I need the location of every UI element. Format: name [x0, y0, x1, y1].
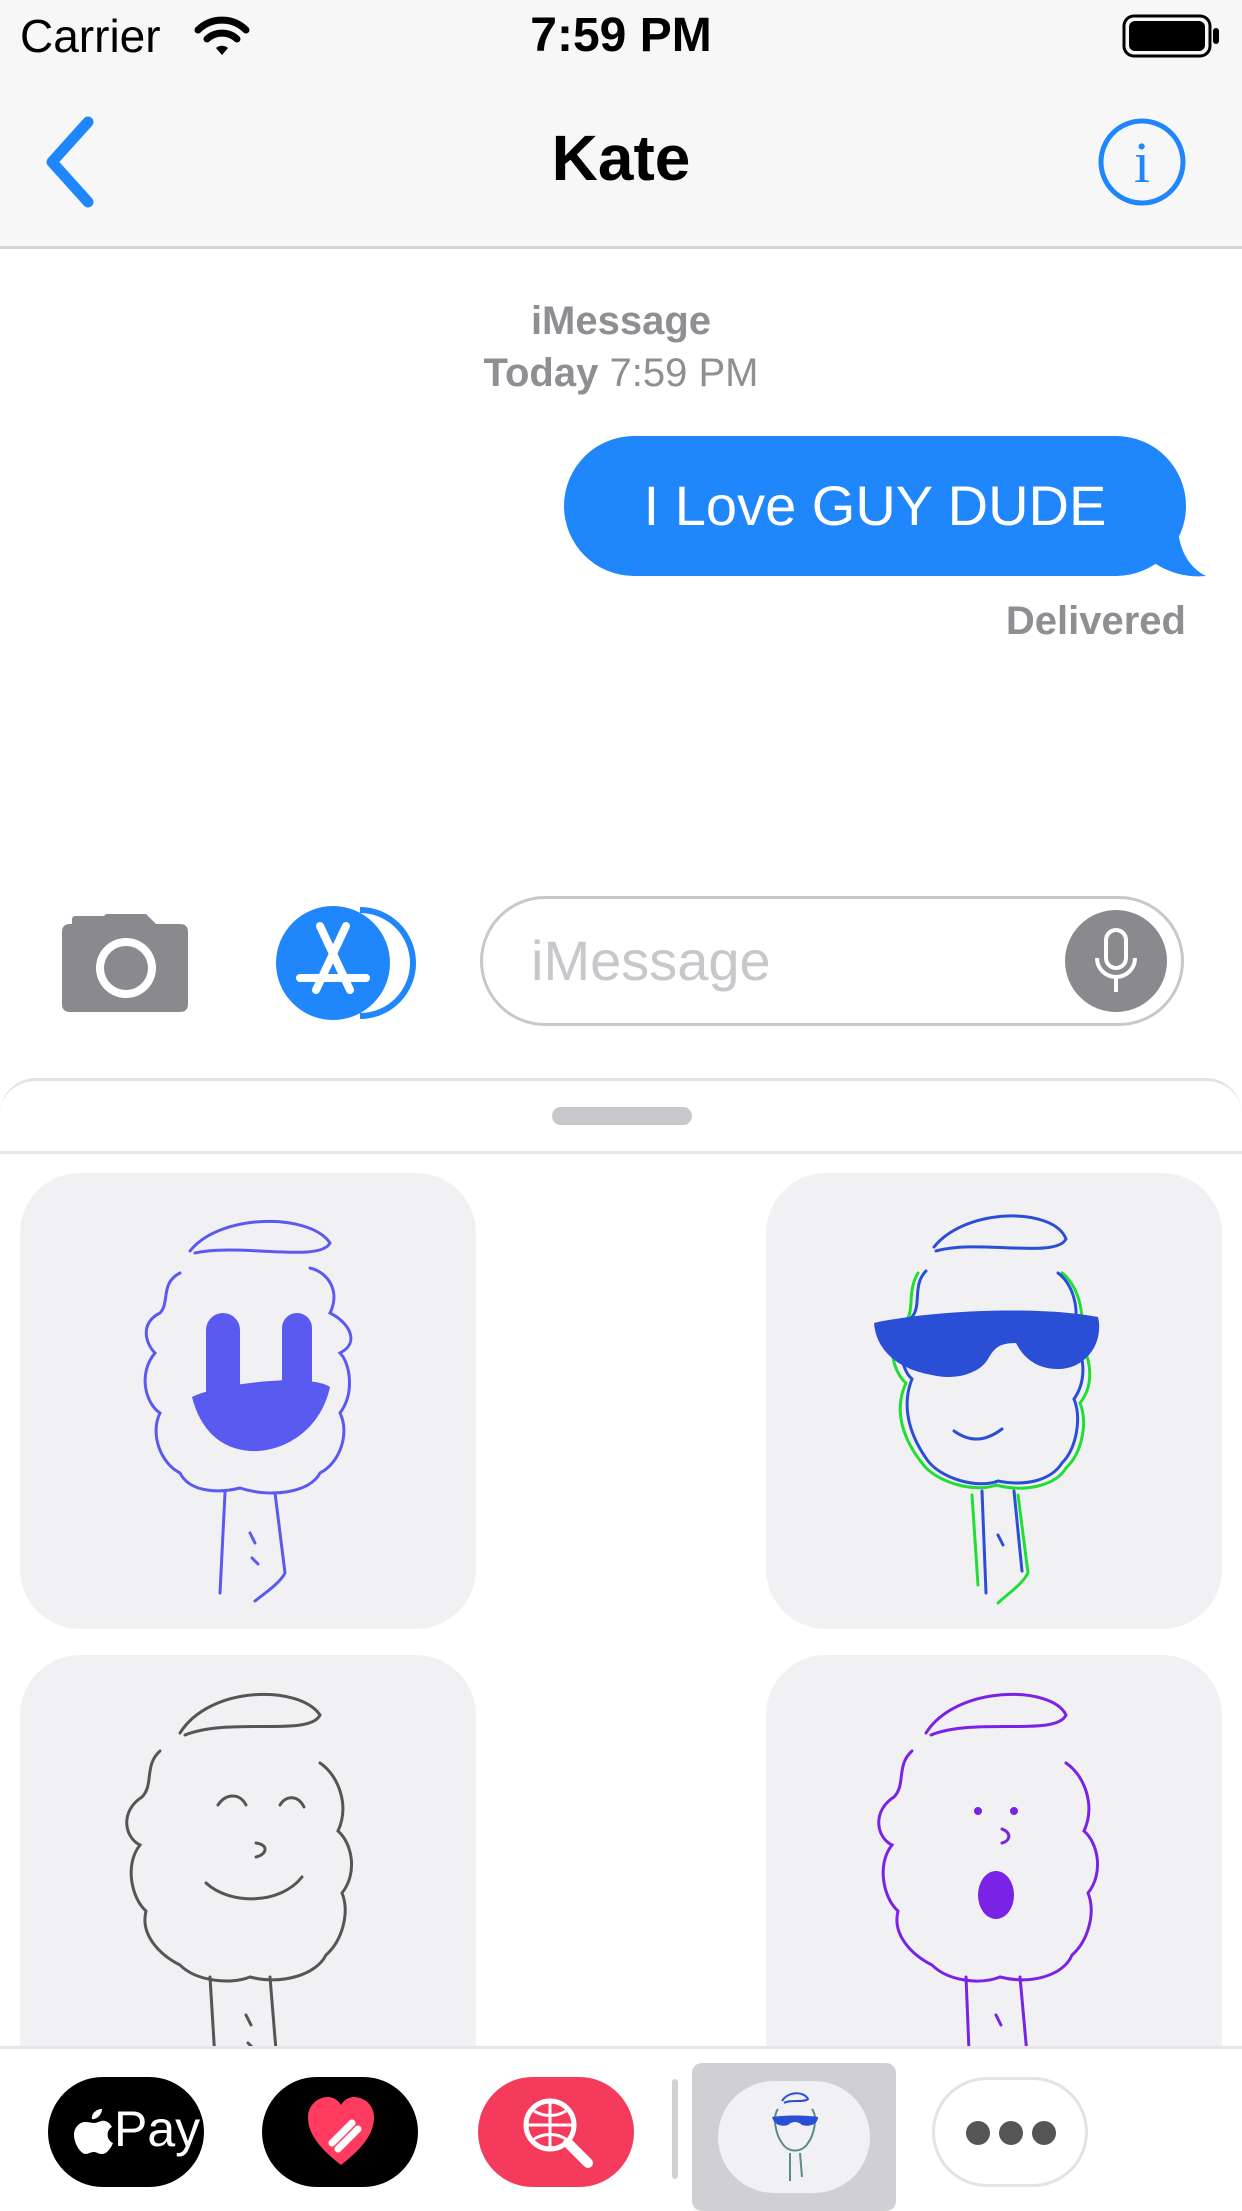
apple-pay-label: Pay — [114, 2101, 201, 2157]
app-strip: Pay — [0, 2046, 1242, 2211]
app-store-icon[interactable] — [270, 906, 416, 1020]
sticker-surprised[interactable] — [766, 1655, 1222, 2111]
timestamp-day: Today — [483, 351, 599, 395]
battery-icon — [1122, 14, 1219, 58]
globe-search-icon — [523, 2098, 593, 2168]
microphone-icon — [1095, 928, 1137, 992]
strip-separator — [672, 2079, 678, 2179]
apple-pay-app[interactable]: Pay — [48, 2077, 204, 2187]
guy-dude-app-button — [718, 2081, 870, 2193]
info-icon[interactable]: i — [1096, 116, 1188, 208]
status-bar: Carrier 7:59 PM — [0, 0, 1242, 70]
service-label: iMessage — [530, 299, 712, 343]
contact-name[interactable]: Kate — [0, 118, 1242, 198]
svg-text:i: i — [1134, 130, 1150, 195]
sticker-sunglasses[interactable] — [766, 1173, 1222, 1629]
microphone-button[interactable] — [1065, 910, 1167, 1012]
camera-icon[interactable] — [62, 912, 188, 1012]
delivery-status: Delivered — [1005, 599, 1186, 643]
nav-bar: Kate i — [0, 70, 1242, 249]
message-timestamp: Today 7:59 PM — [0, 348, 1242, 398]
guy-dude-app-icon — [772, 2092, 818, 2181]
more-dots-icon — [966, 2121, 1056, 2145]
drawer-divider — [0, 1151, 1242, 1154]
bubble-tail — [1150, 530, 1206, 577]
clock: 7:59 PM — [530, 9, 712, 62]
sticker-happy[interactable] — [20, 1655, 476, 2111]
message-bubble[interactable]: I Love GUY DUDE — [564, 436, 1186, 576]
app-drawer — [0, 1078, 1242, 2211]
input-placeholder: iMessage — [531, 929, 771, 992]
heart-app[interactable] — [262, 2077, 418, 2187]
drawer-grabber[interactable] — [552, 1107, 692, 1125]
heart-icon — [308, 2097, 374, 2165]
sticker-grin-art — [143, 1220, 353, 1603]
timestamp-time: 7:59 PM — [609, 351, 759, 395]
search-app[interactable] — [478, 2077, 634, 2187]
message-input[interactable]: iMessage — [480, 896, 1184, 1026]
apple-icon — [74, 2109, 113, 2154]
sticker-surprised-art — [877, 1692, 1100, 2077]
sticker-sunglasses-art — [874, 1214, 1100, 1605]
guy-dude-app-selected[interactable] — [692, 2063, 896, 2211]
message-text: I Love GUY DUDE — [643, 474, 1107, 537]
sticker-happy-art — [125, 1692, 354, 2077]
more-apps-button[interactable] — [932, 2077, 1088, 2187]
sticker-grin[interactable] — [20, 1173, 476, 1629]
